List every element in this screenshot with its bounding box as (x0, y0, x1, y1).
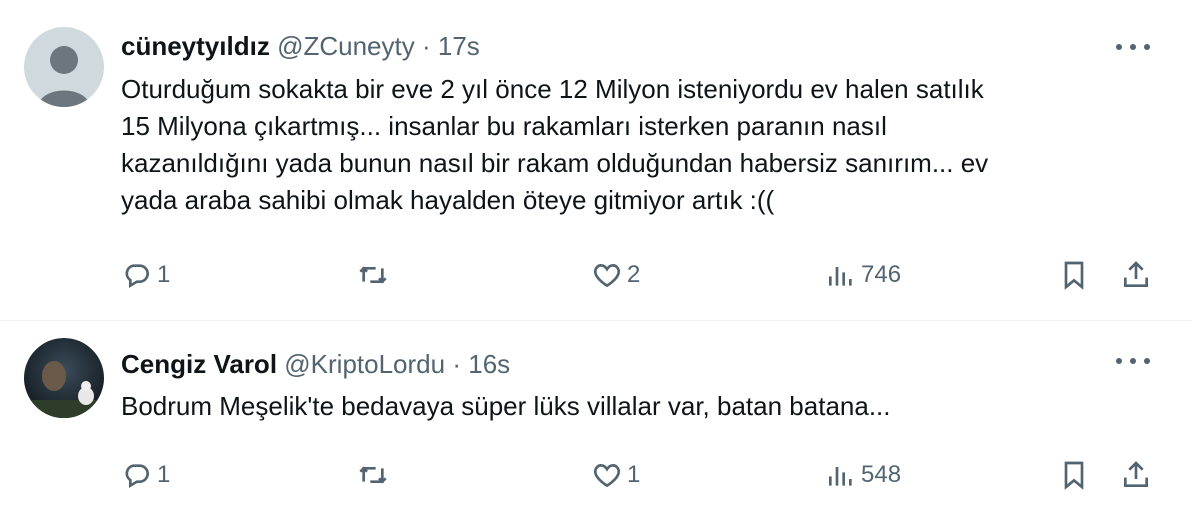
bookmark-button[interactable] (1058, 257, 1090, 293)
tweet-text: Bodrum Meşelik'te bedavaya süper lüks vi… (121, 388, 1151, 425)
views-button[interactable]: 746 (825, 257, 901, 293)
bookmark-icon (1064, 461, 1084, 490)
timestamp[interactable]: 17s (438, 31, 480, 61)
avatar[interactable] (24, 338, 104, 418)
user-handle[interactable]: @ZCuneyty (277, 31, 415, 61)
reply-button[interactable]: 1 (121, 457, 170, 493)
bookmark-icon (1064, 261, 1084, 290)
like-count: 1 (627, 461, 641, 488)
tweet-text-line: Oturduğum sokakta bir eve 2 yıl önce 12 … (121, 74, 984, 104)
action-bar: 1 1 548 (121, 457, 1161, 493)
reply-count: 1 (157, 261, 171, 288)
like-button[interactable]: 1 (591, 457, 640, 493)
view-count: 548 (861, 461, 902, 488)
share-icon (1124, 261, 1148, 287)
retweet-icon (359, 266, 387, 284)
reply-button[interactable]: 1 (121, 257, 170, 293)
views-icon (829, 267, 852, 286)
retweet-icon (359, 466, 387, 484)
tweet-text-line: Bodrum Meşelik'te bedavaya süper lüks vi… (121, 391, 891, 421)
heart-icon (593, 464, 621, 488)
tweet-header: cüneytyıldız @ZCuneyty · 17s (121, 30, 480, 62)
bookmark-button[interactable] (1058, 457, 1090, 493)
tweet-text-line: 15 Milyona çıkartmış... insanlar bu raka… (121, 111, 887, 141)
default-avatar-icon (24, 27, 104, 107)
timestamp[interactable]: 16s (468, 349, 510, 379)
share-button[interactable] (1120, 457, 1152, 493)
display-name[interactable]: Cengiz Varol (121, 349, 277, 379)
views-button[interactable]: 548 (825, 457, 901, 493)
separator: · (421, 31, 431, 61)
reply-icon (125, 264, 149, 289)
view-count: 746 (861, 261, 902, 288)
like-button[interactable]: 2 (591, 257, 640, 293)
like-count: 2 (627, 261, 641, 288)
tweet-feed: cüneytyıldız @ZCuneyty · 17s Oturduğum s… (0, 0, 1192, 510)
reply-icon (125, 464, 149, 489)
tweet-text: Oturduğum sokakta bir eve 2 yıl önce 12 … (121, 71, 1151, 219)
tweet-header: Cengiz Varol @KriptoLordu · 16s (121, 348, 510, 380)
share-icon (1124, 461, 1148, 487)
avatar[interactable] (24, 27, 104, 107)
heart-icon (593, 264, 621, 288)
tweet[interactable]: cüneytyıldız @ZCuneyty · 17s Oturduğum s… (0, 0, 1192, 321)
user-handle[interactable]: @KriptoLordu (284, 349, 445, 379)
tweet[interactable]: Cengiz Varol @KriptoLordu · 16s Bodrum M… (0, 321, 1192, 510)
views-icon (829, 467, 852, 486)
more-icon[interactable] (1116, 356, 1150, 366)
more-icon[interactable] (1116, 42, 1150, 52)
separator: · (452, 349, 461, 379)
photo-avatar-with-cat-icon (24, 338, 104, 418)
display-name[interactable]: cüneytyıldız (121, 31, 270, 61)
retweet-button[interactable] (357, 257, 393, 293)
tweet-text-line: kazanıldığını yada bunun nasıl bir rakam… (121, 148, 989, 178)
reply-count: 1 (157, 461, 171, 488)
tweet-text-line: yada araba sahibi olmak hayalden öteye g… (121, 185, 775, 215)
share-button[interactable] (1120, 257, 1152, 293)
retweet-button[interactable] (357, 457, 393, 493)
action-bar: 1 2 746 (121, 257, 1161, 293)
